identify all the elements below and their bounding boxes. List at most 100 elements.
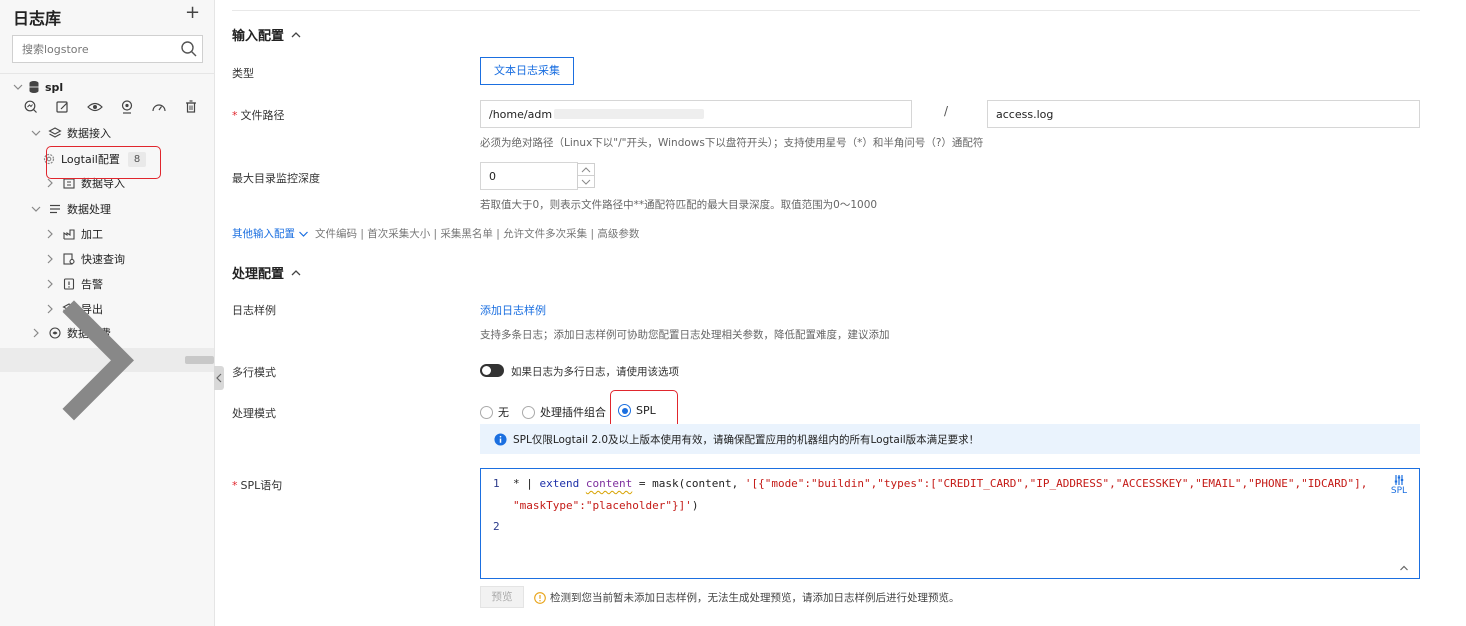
chevron-up-icon[interactable] [290,29,302,41]
multiline-label: 多行模式 [232,366,276,379]
tree-item-label: 数据导入 [81,177,125,190]
chevron-up-icon [581,166,591,172]
mode-radio-spl[interactable]: SPL [618,404,656,417]
add-log-sample-link[interactable]: 添加日志样例 [480,302,546,318]
chevron-up-icon[interactable] [1399,564,1409,572]
count-badge: 8 [127,151,147,167]
gear-icon [43,153,55,165]
chevron-right-icon[interactable] [44,253,56,265]
info-icon [494,432,507,446]
chevron-down-icon [581,179,591,185]
input-config-header[interactable]: 输入配置 [232,25,302,44]
file-name-value: access.log [996,107,1054,121]
other-input-config-toggle[interactable]: 其他输入配置 [232,226,309,241]
max-depth-label: 最大目录监控深度 [232,172,320,185]
factory-icon [63,229,75,240]
preview-button[interactable]: 预览 [480,586,524,608]
redacted-path [554,109,705,119]
logstore-sidebar: 日志库 + spl 数据接入 Log [0,0,215,626]
file-path-label: * 文件路径 [232,109,285,122]
add-logstore-button[interactable]: + [185,2,200,23]
logstore-item-spl[interactable]: spl [0,75,214,99]
text-log-collect-button[interactable]: 文本日志采集 [480,57,574,85]
chevron-down-icon [299,231,308,237]
radio-dot[interactable] [522,405,535,419]
tree-item-data-import[interactable]: 数据导入 [0,171,214,195]
chevron-down-icon[interactable] [30,203,42,215]
tree-item-data-ingest[interactable]: 数据接入 [0,121,214,145]
edit-icon[interactable] [54,99,72,115]
tree-item-quick-query[interactable]: 快速查询 [0,247,214,271]
tree-item-data-processing[interactable]: 数据处理 [0,197,214,221]
warning-icon [534,591,546,604]
app-root: 日志库 + spl 数据接入 Log [0,0,1466,626]
line-number: 1 [493,477,500,490]
top-divider [232,10,1420,11]
other-input-items: 文件编码 | 首次采集大小 | 采集黑名单 | 允许文件多次采集 | 高级参数 [315,228,640,240]
radio-dot[interactable] [618,404,631,417]
chevron-right-icon[interactable] [14,279,177,442]
tree-item-label: 数据处理 [67,203,111,216]
spl-badge-label: SPL [1390,486,1408,496]
section-title: 输入配置 [232,29,285,44]
logstore-search [12,35,203,63]
tree-item-transform[interactable]: 加工 [0,222,214,246]
mode-radio-plugins[interactable]: 处理插件组合 [522,404,606,420]
log-sample-label: 日志样例 [232,304,276,317]
log-sample-hint: 支持多条日志；添加日志样例可协助您配置日志处理相关参数，降低配置难度，建议添加 [480,329,890,341]
file-path-input[interactable]: /home/adm [480,100,912,128]
file-name-input[interactable]: access.log [987,100,1420,128]
max-depth-hint: 若取值大于0，则表示文件路径中**通配符匹配的最大目录深度。取值范围为0～100… [480,199,878,211]
chevron-down-icon[interactable] [30,127,42,139]
eye-icon[interactable] [86,99,104,115]
search-query-icon[interactable] [22,99,40,115]
max-depth-value: 0 [489,169,496,183]
spl-statement-label: * SPL语句 [232,479,283,492]
chevron-right-icon[interactable] [44,177,56,189]
layers-icon [48,127,62,138]
trash-icon[interactable] [182,99,200,115]
radio-dot[interactable] [480,405,493,419]
database-icon [29,81,39,93]
sliders-icon [1394,475,1404,485]
preview-warning-text: 检测到您当前暂未添加日志样例，无法生成处理预览，请添加日志样例后进行处理预览。 [550,592,960,604]
file-path-value: /home/adm [489,107,553,121]
process-mode-label: 处理模式 [232,407,276,420]
stepper-up-button[interactable] [577,163,595,176]
sidebar-divider [0,73,215,74]
max-depth-input[interactable]: 0 [480,162,578,190]
line-number: 2 [493,520,500,533]
other-input-config: 其他输入配置 文件编码 | 首次采集大小 | 采集黑名单 | 允许文件多次采集 … [232,226,639,241]
other-input-label: 其他输入配置 [232,228,295,240]
logstore-toolbar [22,99,200,117]
mode-radio-none[interactable]: 无 [480,404,509,420]
chevron-down-icon[interactable] [12,81,24,93]
code-line-1-wrap: "maskType":"placeholder"}]') [513,499,699,512]
chevron-left-icon [216,373,222,383]
multiline-toggle[interactable] [480,364,504,377]
tree-item-label: Logtail配置 [61,153,120,166]
multiline-hint: 如果日志为多行日志，请使用该选项 [511,366,679,378]
max-depth-stepper [577,163,595,188]
chevron-right-icon[interactable] [44,228,56,240]
logstore-item-redacted[interactable] [0,300,214,420]
tree-item-logtail-config[interactable]: Logtail配置 8 [0,147,214,171]
search-icon[interactable] [179,39,199,59]
spl-format-button[interactable]: SPL [1387,474,1411,496]
document-search-icon [63,253,75,265]
tree-item-label: 快速查询 [81,253,125,266]
chevron-up-icon[interactable] [290,267,302,279]
dashboard-gauge-icon[interactable] [150,99,168,115]
process-config-header[interactable]: 处理配置 [232,263,302,282]
radio-label: SPL [636,404,656,417]
file-path-hint: 必须为绝对路径（Linux下以"/"开头，Windows下以盘符开头）；支持使用… [480,137,984,149]
spl-code-editor[interactable]: 1 * | extend content = mask(content, '[{… [480,468,1420,579]
radio-label: 处理插件组合 [540,406,606,419]
sidebar-collapse-handle[interactable] [214,366,224,390]
location-icon[interactable] [118,99,136,115]
stepper-down-button[interactable] [577,176,595,188]
logstore-search-input[interactable] [13,36,178,62]
logstore-name: spl [45,80,64,94]
list-icon [50,204,60,214]
type-label: 类型 [232,67,254,80]
